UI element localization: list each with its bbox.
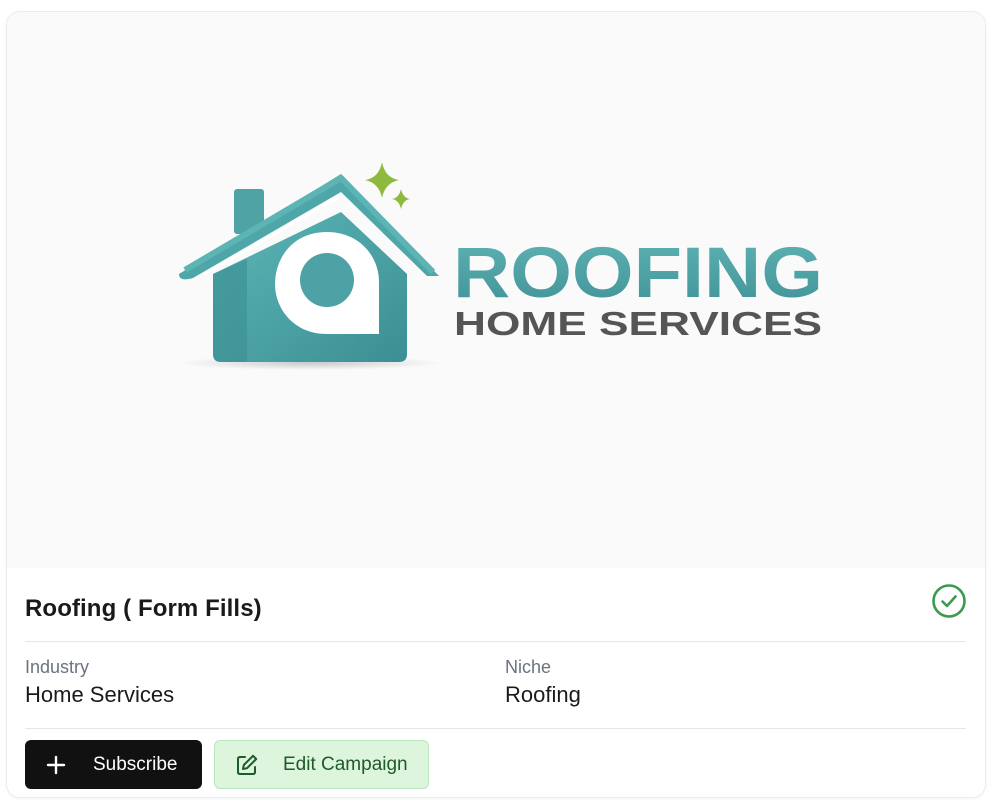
subscribe-label: Subscribe xyxy=(93,753,178,775)
sparkle-icon xyxy=(365,162,399,198)
subscribe-button[interactable]: Subscribe xyxy=(25,740,202,789)
house-icon xyxy=(179,162,439,362)
industry-label: Industry xyxy=(25,657,90,677)
campaign-card: ROOFING HOME SERVICES Roofing ( Form Fil… xyxy=(6,11,986,798)
edit-campaign-label: Edit Campaign xyxy=(283,753,408,775)
logo-subtitle: HOME SERVICES xyxy=(454,305,822,342)
niche-value: Roofing xyxy=(505,682,581,707)
sparkle-icon xyxy=(392,189,410,209)
divider xyxy=(25,641,966,642)
campaign-banner-image: ROOFING HOME SERVICES xyxy=(7,12,985,568)
logo-title: ROOFING xyxy=(453,234,823,313)
edit-campaign-button[interactable]: Edit Campaign xyxy=(214,740,429,789)
edit-icon xyxy=(237,754,258,775)
roofing-logo: ROOFING HOME SERVICES xyxy=(178,162,823,370)
industry-value: Home Services xyxy=(25,682,175,707)
campaign-details: Roofing ( Form Fills) Industry Home Serv… xyxy=(7,568,985,797)
niche-label: Niche xyxy=(505,657,552,677)
divider xyxy=(25,728,966,729)
campaign-title: Roofing ( Form Fills) xyxy=(25,595,262,622)
check-circle-icon xyxy=(932,584,966,618)
plus-icon xyxy=(46,755,66,774)
